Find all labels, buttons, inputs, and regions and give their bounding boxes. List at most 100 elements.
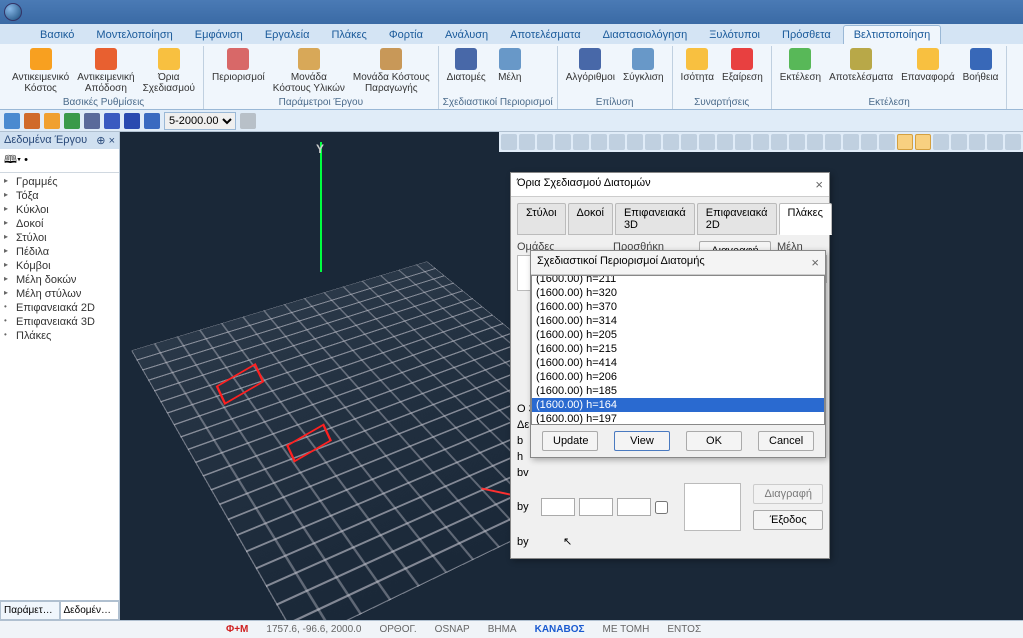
ribbon-button[interactable]: Περιορισμοί [208,46,269,85]
mesh-icon[interactable] [144,113,160,129]
tool-icon[interactable] [897,134,913,150]
constraint-item[interactable]: (1600.00) h=320 [532,286,824,300]
tool-icon[interactable] [537,134,553,150]
ribbon-tab-8[interactable]: Διαστασιολόγηση [593,26,698,44]
exit-button[interactable]: Έξοδος [753,510,823,530]
tool-icon[interactable] [519,134,535,150]
tool-icon[interactable] [717,134,733,150]
dialog-tab[interactable]: Δοκοί [568,203,613,235]
ok-button[interactable]: OK [686,431,742,451]
tool-icon[interactable] [681,134,697,150]
layer-icon[interactable] [104,113,120,129]
tool-icon[interactable] [951,134,967,150]
by-input3[interactable] [617,498,651,516]
tree-item[interactable]: Πλάκες [2,329,117,343]
tool-icon[interactable] [555,134,571,150]
tree-item[interactable]: Μέλη στύλων [2,287,117,301]
tool-icon[interactable] [861,134,877,150]
undo-icon[interactable] [64,113,80,129]
dialog-tab[interactable]: Πλάκες [779,203,832,235]
tree-item[interactable]: Κύκλοι [2,203,117,217]
ribbon-button[interactable]: Ισότητα [677,46,718,85]
view-button[interactable]: View [614,431,670,451]
level-select[interactable]: 5-2000.00 [164,112,236,130]
constraint-item[interactable]: (1600.00) h=164 [532,398,824,412]
tool-icon[interactable] [933,134,949,150]
constraint-item[interactable]: (1600.00) h=370 [532,300,824,314]
tree-item[interactable]: Τόξα [2,189,117,203]
ribbon-button[interactable]: ΑντικειμενικόΚόστος [8,46,73,96]
tool-icon[interactable] [825,134,841,150]
ribbon-button[interactable]: ΌριαΣχεδιασμού [139,46,199,96]
column-icon[interactable] [240,113,256,129]
tool-icon[interactable] [753,134,769,150]
by-input[interactable] [541,498,575,516]
ribbon-button[interactable]: Μονάδα ΚόστουςΠαραγωγής [349,46,434,96]
ribbon-tab-7[interactable]: Αποτελέσματα [500,26,590,44]
ribbon-button[interactable]: ΑντικειμενικήΑπόδοση [73,46,138,96]
dialog-tab[interactable]: Επιφανειακά 2D [697,203,777,235]
ribbon-button[interactable]: Αλγόριθμοι [562,46,619,85]
constraint-item[interactable]: (1600.00) h=414 [532,356,824,370]
tool-icon[interactable] [699,134,715,150]
status-ortho[interactable]: ΟΡΘΟΓ. [379,624,416,635]
tool-icon[interactable] [915,134,931,150]
tree-item[interactable]: Μέλη δοκών [2,273,117,287]
tool-icon[interactable] [591,134,607,150]
ribbon-button[interactable]: Βοήθεια [959,46,1003,85]
constraint-item[interactable]: (1600.00) h=215 [532,342,824,356]
ribbon-tab-4[interactable]: Πλάκες [321,26,376,44]
status-step[interactable]: ΒΗΜΑ [488,624,517,635]
ribbon-button[interactable]: ΜονάδαΚόστους Υλικών [269,46,349,96]
constraint-item[interactable]: (1600.00) h=185 [532,384,824,398]
constraint-item[interactable]: (1600.00) h=205 [532,328,824,342]
globe2-icon[interactable] [44,113,60,129]
tool-icon[interactable] [1005,134,1021,150]
ribbon-tab-10[interactable]: Πρόσθετα [772,26,841,44]
constraints-dropdown-dialog[interactable]: Σχεδιαστικοί Περιορισμοί Διατομής × (120… [530,250,826,458]
tool-icon[interactable] [501,134,517,150]
ribbon-tab-5[interactable]: Φορτία [379,26,433,44]
close-icon[interactable]: × [811,255,819,270]
tool-icon[interactable] [789,134,805,150]
tree-item[interactable]: Επιφανειακά 2D [2,301,117,315]
status-osnap[interactable]: OSNAP [435,624,470,635]
tool-icon[interactable] [663,134,679,150]
tool-icon[interactable] [807,134,823,150]
status-inside[interactable]: ΕΝΤΟΣ [667,624,701,635]
tool-icon[interactable] [771,134,787,150]
cancel-button[interactable]: Cancel [758,431,814,451]
constraint-item[interactable]: (1600.00) h=197 [532,412,824,425]
viewport-3d[interactable]: Y X Όρια Σχεδιασμού Διατομών × ΣτύλοιΔοκ… [120,132,1023,620]
ribbon-button[interactable]: Σύγκλιση [619,46,668,85]
tree-item[interactable]: Στύλοι [2,231,117,245]
sidebar-tab[interactable]: Παράμετροι... [0,601,60,620]
tree-item[interactable]: Πέδιλα [2,245,117,259]
pin-icon[interactable]: ⊕ × [96,134,115,147]
ribbon-button[interactable]: Αποτελέσματα [825,46,897,85]
ribbon-tab-9[interactable]: Ξυλότυποι [699,26,770,44]
tree-item[interactable]: Κόμβοι [2,259,117,273]
tool-icon[interactable] [609,134,625,150]
tool-icon[interactable] [879,134,895,150]
tree-item[interactable]: Δοκοί [2,217,117,231]
status-grid[interactable]: ΚΑΝΑΒΟΣ [535,624,585,635]
pin-icon[interactable] [124,113,140,129]
sidebar-tab[interactable]: Δεδομένα Ε... [60,601,120,620]
save-icon[interactable] [84,113,100,129]
eye-icon[interactable] [24,113,40,129]
ribbon-tab-0[interactable]: Βασικό [30,26,84,44]
tool-icon[interactable] [735,134,751,150]
tool-icon[interactable] [987,134,1003,150]
tool-icon[interactable] [627,134,643,150]
tool-icon[interactable] [843,134,859,150]
tool-icon[interactable] [573,134,589,150]
close-icon[interactable]: × [815,177,823,192]
ribbon-tab-11[interactable]: Βελτιστοποίηση [843,25,942,44]
delete-button-2[interactable]: Διαγραφή [753,484,823,504]
globe-icon[interactable] [4,113,20,129]
ribbon-button[interactable]: Διατομές [443,46,490,85]
update-button[interactable]: Update [542,431,598,451]
tree-item[interactable]: Επιφανειακά 3D [2,315,117,329]
ribbon-button[interactable]: Εξαίρεση [718,46,767,85]
